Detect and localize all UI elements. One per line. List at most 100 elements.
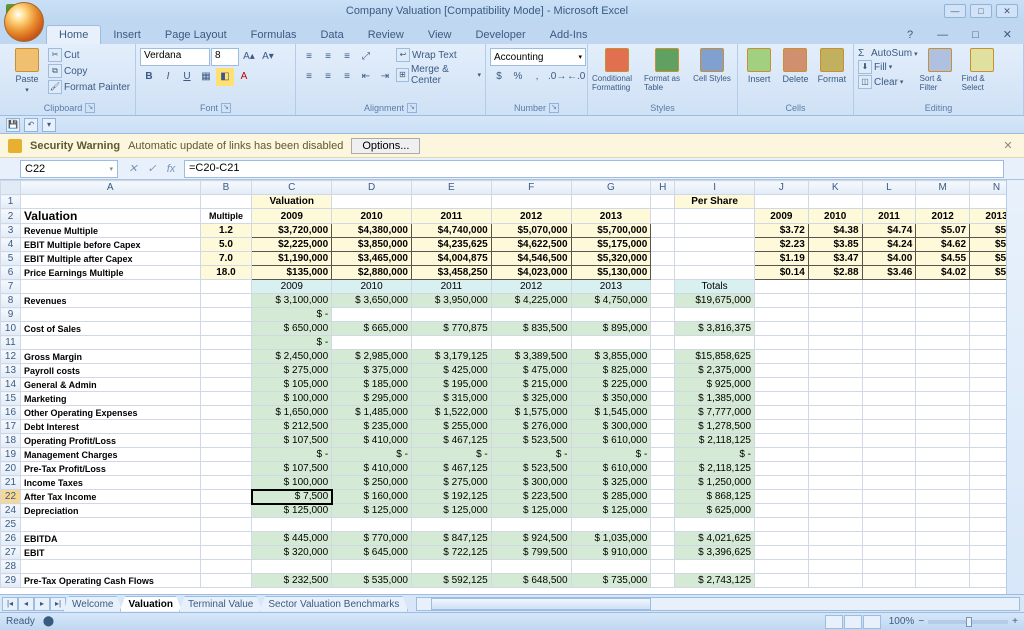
cell-J12[interactable] — [755, 350, 809, 364]
options-button[interactable]: Options... — [351, 138, 420, 154]
cell-N26[interactable] — [970, 532, 1024, 546]
cell-I15[interactable]: $ 1,385,000 — [675, 392, 755, 406]
cell-J19[interactable] — [755, 448, 809, 462]
cell-N10[interactable] — [970, 322, 1024, 336]
cell-F20[interactable]: $ 523,500 — [491, 462, 571, 476]
cell-F19[interactable]: $ - — [491, 448, 571, 462]
cell-D7[interactable]: 2010 — [332, 280, 412, 294]
cell-G19[interactable]: $ - — [571, 448, 651, 462]
cell-M27[interactable] — [916, 546, 970, 560]
tab-home[interactable]: Home — [46, 25, 101, 44]
cell-B27[interactable] — [200, 546, 252, 560]
underline-button[interactable]: U — [178, 68, 196, 86]
row-header-24[interactable]: 24 — [1, 504, 21, 518]
cell-D25[interactable] — [332, 518, 412, 532]
cell-B8[interactable] — [200, 294, 252, 308]
cell-M14[interactable] — [916, 378, 970, 392]
cell-M21[interactable] — [916, 476, 970, 490]
cell-A17[interactable]: Debt Interest — [20, 420, 200, 434]
cell-G7[interactable]: 2013 — [571, 280, 651, 294]
comma-icon[interactable]: , — [528, 68, 546, 86]
cell-H7[interactable] — [651, 280, 675, 294]
cell-H24[interactable] — [651, 504, 675, 518]
tab-developer[interactable]: Developer — [463, 26, 537, 44]
cell-L1[interactable] — [862, 195, 916, 209]
cell-J18[interactable] — [755, 434, 809, 448]
cell-N21[interactable] — [970, 476, 1024, 490]
cell-M11[interactable] — [916, 336, 970, 350]
cell-F12[interactable]: $ 3,389,500 — [491, 350, 571, 364]
row-header-4[interactable]: 4 — [1, 238, 21, 252]
cell-J1[interactable] — [755, 195, 809, 209]
cell-N29[interactable] — [970, 574, 1024, 588]
cell-I3[interactable] — [675, 224, 755, 238]
row-header-20[interactable]: 20 — [1, 462, 21, 476]
cell-A10[interactable]: Cost of Sales — [20, 322, 200, 336]
cell-K17[interactable] — [808, 420, 862, 434]
cell-D14[interactable]: $ 185,000 — [332, 378, 412, 392]
cell-A29[interactable]: Pre-Tax Operating Cash Flows — [20, 574, 200, 588]
cell-J17[interactable] — [755, 420, 809, 434]
cell-E5[interactable]: $4,004,875 — [411, 252, 491, 266]
conditional-formatting-button[interactable]: Conditional Formatting — [592, 46, 642, 92]
tab-formulas[interactable]: Formulas — [239, 26, 309, 44]
cell-F27[interactable]: $ 799,500 — [491, 546, 571, 560]
cell-C25[interactable] — [252, 518, 332, 532]
cell-L15[interactable] — [862, 392, 916, 406]
help-icon[interactable]: ? — [895, 26, 925, 44]
restore-icon[interactable]: □ — [960, 26, 991, 44]
cell-A15[interactable]: Marketing — [20, 392, 200, 406]
cell-D22[interactable]: $ 160,000 — [332, 490, 412, 504]
cell-F25[interactable] — [491, 518, 571, 532]
cell-E17[interactable]: $ 255,000 — [411, 420, 491, 434]
cell-L22[interactable] — [862, 490, 916, 504]
cell-N7[interactable] — [970, 280, 1024, 294]
cell-I20[interactable]: $ 2,118,125 — [675, 462, 755, 476]
cell-B3[interactable]: 1.2 — [200, 224, 252, 238]
cell-B29[interactable] — [200, 574, 252, 588]
cell-L2[interactable]: 2011 — [862, 209, 916, 224]
clipboard-launcher-icon[interactable]: ↘ — [85, 103, 95, 113]
cell-A20[interactable]: Pre-Tax Profit/Loss — [20, 462, 200, 476]
maximize-button[interactable]: □ — [970, 4, 992, 18]
cell-C27[interactable]: $ 320,000 — [252, 546, 332, 560]
cell-L17[interactable] — [862, 420, 916, 434]
cell-L18[interactable] — [862, 434, 916, 448]
cell-I2[interactable] — [675, 209, 755, 224]
cell-K28[interactable] — [808, 560, 862, 574]
align-center-icon[interactable]: ≡ — [319, 68, 337, 86]
cell-H9[interactable] — [651, 308, 675, 322]
font-size-select[interactable]: 8 — [211, 48, 239, 66]
formula-input[interactable]: =C20-C21 — [184, 160, 1004, 178]
cell-J15[interactable] — [755, 392, 809, 406]
cell-G21[interactable]: $ 325,000 — [571, 476, 651, 490]
cell-A19[interactable]: Management Charges — [20, 448, 200, 462]
col-header-I[interactable]: I — [675, 181, 755, 195]
cell-M5[interactable]: $4.55 — [916, 252, 970, 266]
cell-H11[interactable] — [651, 336, 675, 350]
cell-L8[interactable] — [862, 294, 916, 308]
cell-A26[interactable]: EBITDA — [20, 532, 200, 546]
cell-F2[interactable]: 2012 — [491, 209, 571, 224]
view-page-break-icon[interactable] — [863, 615, 881, 629]
row-header-28[interactable]: 28 — [1, 560, 21, 574]
cell-H21[interactable] — [651, 476, 675, 490]
cell-L10[interactable] — [862, 322, 916, 336]
cell-A4[interactable]: EBIT Multiple before Capex — [20, 238, 200, 252]
cell-J13[interactable] — [755, 364, 809, 378]
view-normal-icon[interactable] — [825, 615, 843, 629]
cell-L13[interactable] — [862, 364, 916, 378]
cell-N5[interactable]: $5.32 — [970, 252, 1024, 266]
row-header-3[interactable]: 3 — [1, 224, 21, 238]
cell-M24[interactable] — [916, 504, 970, 518]
cell-M8[interactable] — [916, 294, 970, 308]
cell-I6[interactable] — [675, 266, 755, 280]
row-header-22[interactable]: 22 — [1, 490, 21, 504]
cell-F22[interactable]: $ 223,500 — [491, 490, 571, 504]
cell-L4[interactable]: $4.24 — [862, 238, 916, 252]
cell-E11[interactable] — [411, 336, 491, 350]
cell-C3[interactable]: $3,720,000 — [252, 224, 332, 238]
cell-J16[interactable] — [755, 406, 809, 420]
cell-A25[interactable] — [20, 518, 200, 532]
cell-K6[interactable]: $2.88 — [808, 266, 862, 280]
